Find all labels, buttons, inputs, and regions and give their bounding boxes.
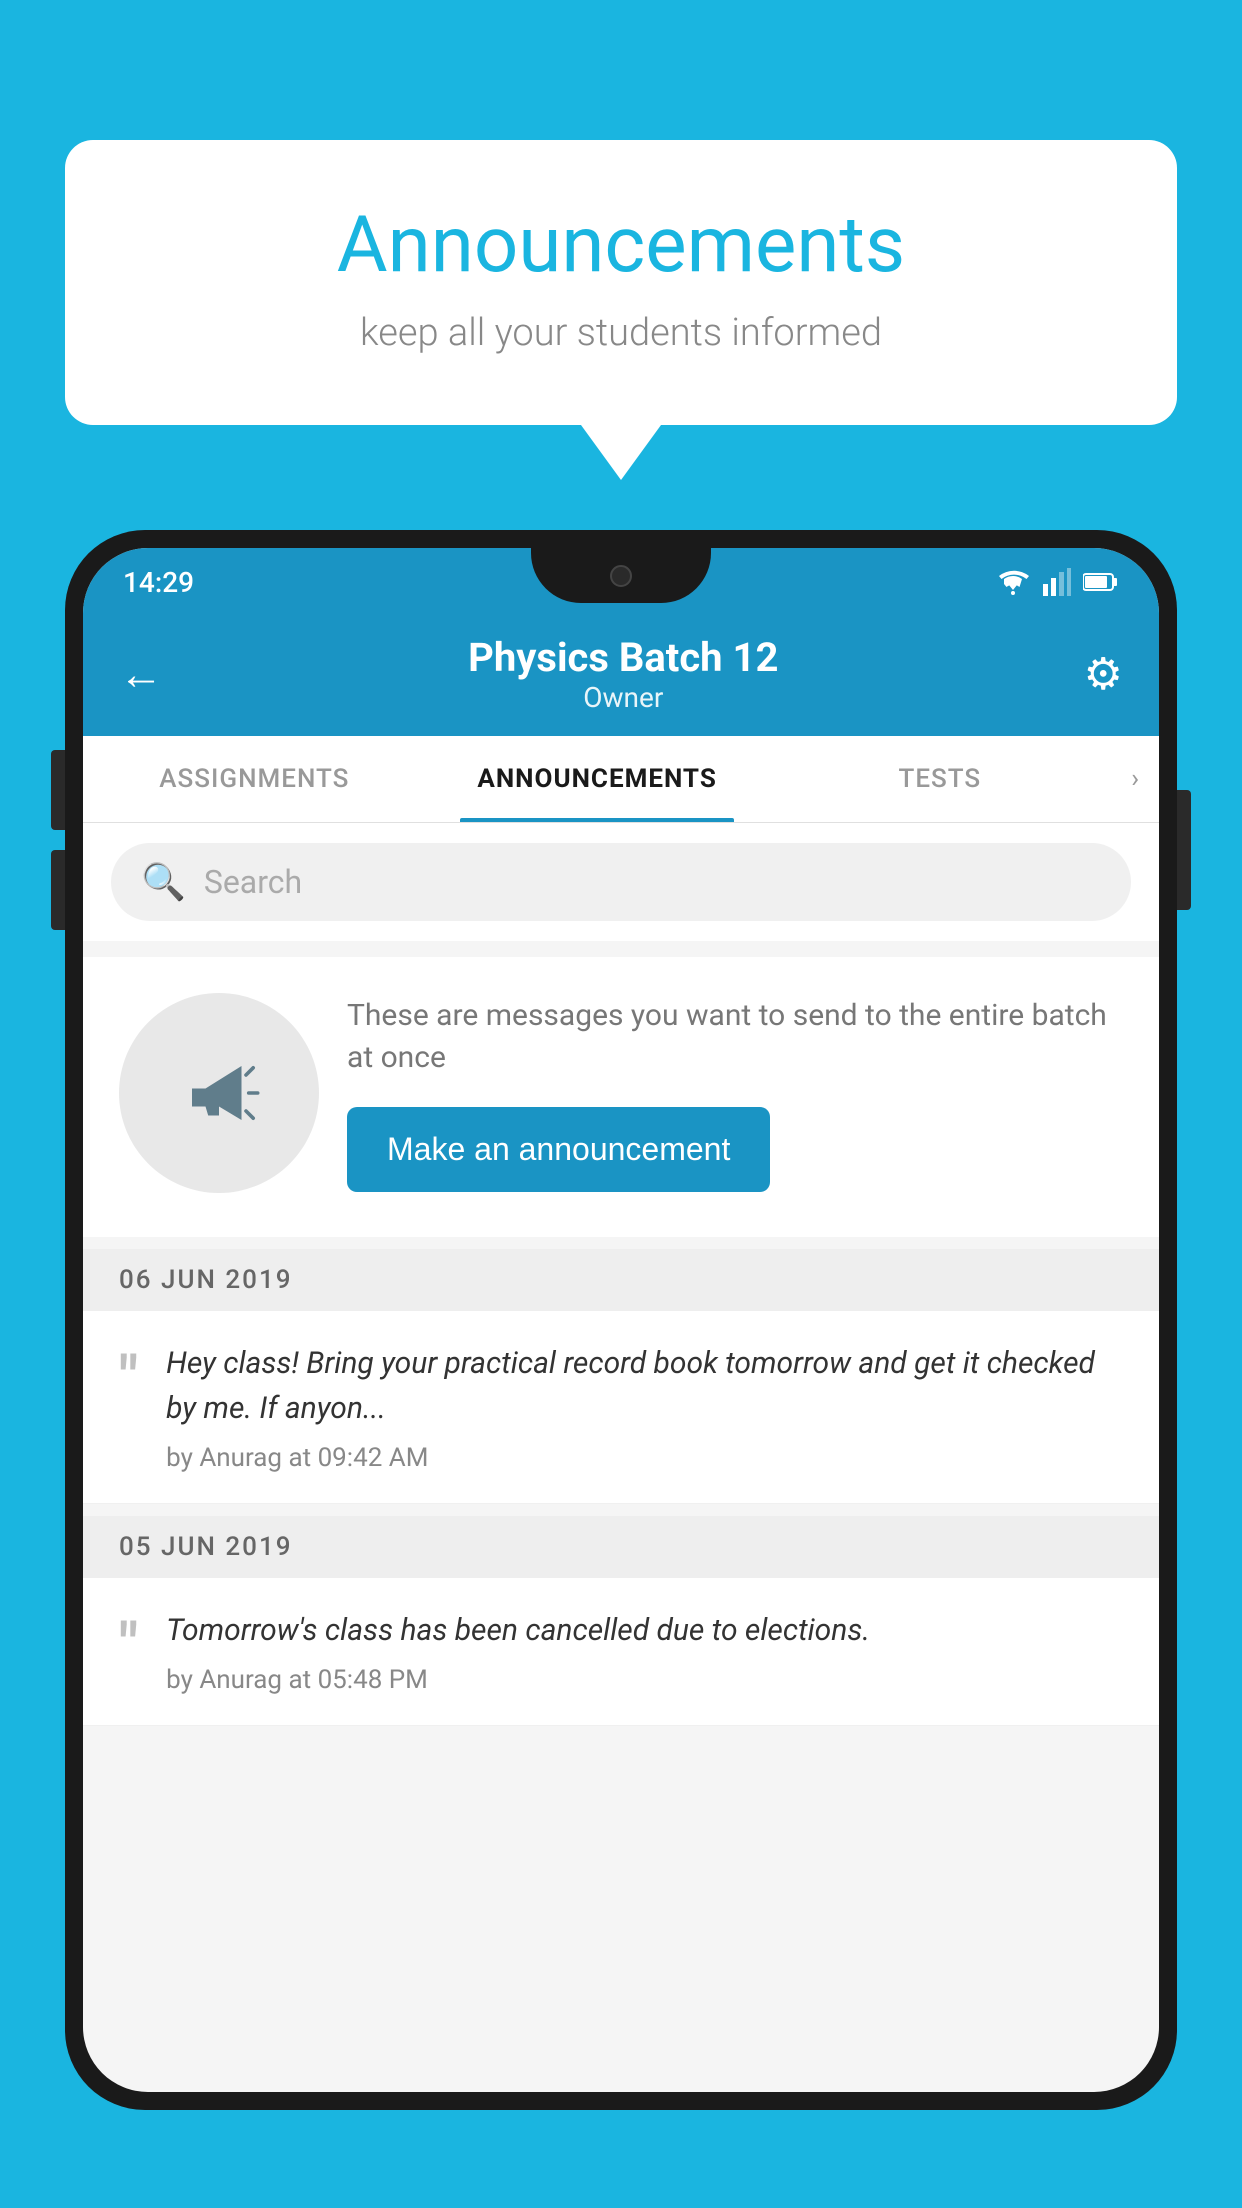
phone-wrapper: 14:29 <box>65 530 1177 2208</box>
batch-role: Owner <box>468 681 778 714</box>
app-header: ← Physics Batch 12 Owner ⚙ <box>83 616 1159 736</box>
promo-icon-circle <box>119 993 319 1193</box>
status-bar: 14:29 <box>83 548 1159 616</box>
announcement-meta-1: by Anurag at 09:42 AM <box>166 1443 1123 1473</box>
phone-power-button <box>1177 790 1191 910</box>
settings-icon[interactable]: ⚙ <box>1084 648 1123 700</box>
announcement-text-2: Tomorrow's class has been cancelled due … <box>166 1608 1123 1653</box>
phone-volume-up-button <box>51 750 65 830</box>
search-icon: 🔍 <box>141 861 186 903</box>
quote-icon-1: " <box>119 1349 138 1409</box>
speech-bubble-arrow <box>581 425 661 480</box>
search-placeholder: Search <box>204 863 302 901</box>
wifi-icon <box>995 568 1031 596</box>
date-separator-2: 05 JUN 2019 <box>83 1516 1159 1578</box>
tab-more-button[interactable]: › <box>1111 736 1159 822</box>
speech-bubble-subtitle: keep all your students informed <box>145 311 1097 355</box>
speech-bubble-wrapper: Announcements keep all your students inf… <box>65 140 1177 480</box>
announcement-item-2[interactable]: " Tomorrow's class has been cancelled du… <box>83 1578 1159 1726</box>
tabs-bar: ASSIGNMENTS ANNOUNCEMENTS TESTS › <box>83 736 1159 823</box>
tab-tests[interactable]: TESTS <box>768 736 1111 822</box>
status-icons <box>995 568 1119 596</box>
search-container: 🔍 Search <box>83 823 1159 941</box>
announcement-content-2: Tomorrow's class has been cancelled due … <box>166 1608 1123 1695</box>
promo-card: These are messages you want to send to t… <box>83 957 1159 1237</box>
announcement-meta-2: by Anurag at 05:48 PM <box>166 1665 1123 1695</box>
announcement-text-1: Hey class! Bring your practical record b… <box>166 1341 1123 1431</box>
quote-icon-2: " <box>119 1616 138 1676</box>
signal-icon <box>1043 568 1071 596</box>
tab-announcements[interactable]: ANNOUNCEMENTS <box>426 736 769 822</box>
announcement-item-1[interactable]: " Hey class! Bring your practical record… <box>83 1311 1159 1504</box>
back-button[interactable]: ← <box>119 648 163 700</box>
date-separator-1: 06 JUN 2019 <box>83 1249 1159 1311</box>
camera <box>610 565 632 587</box>
promo-content: These are messages you want to send to t… <box>347 995 1123 1192</box>
speech-bubble: Announcements keep all your students inf… <box>65 140 1177 425</box>
promo-description: These are messages you want to send to t… <box>347 995 1123 1079</box>
make-announcement-button[interactable]: Make an announcement <box>347 1107 770 1192</box>
battery-icon <box>1083 572 1119 592</box>
header-center: Physics Batch 12 Owner <box>468 634 778 714</box>
speech-bubble-title: Announcements <box>145 200 1097 291</box>
batch-title: Physics Batch 12 <box>468 634 778 681</box>
phone-volume-down-button <box>51 850 65 930</box>
search-box[interactable]: 🔍 Search <box>111 843 1131 921</box>
announcement-content-1: Hey class! Bring your practical record b… <box>166 1341 1123 1473</box>
notch <box>531 548 711 603</box>
status-time: 14:29 <box>123 566 194 599</box>
phone-screen: 14:29 <box>83 548 1159 2092</box>
tab-assignments[interactable]: ASSIGNMENTS <box>83 736 426 822</box>
phone-outer: 14:29 <box>65 530 1177 2110</box>
megaphone-icon <box>174 1048 264 1138</box>
